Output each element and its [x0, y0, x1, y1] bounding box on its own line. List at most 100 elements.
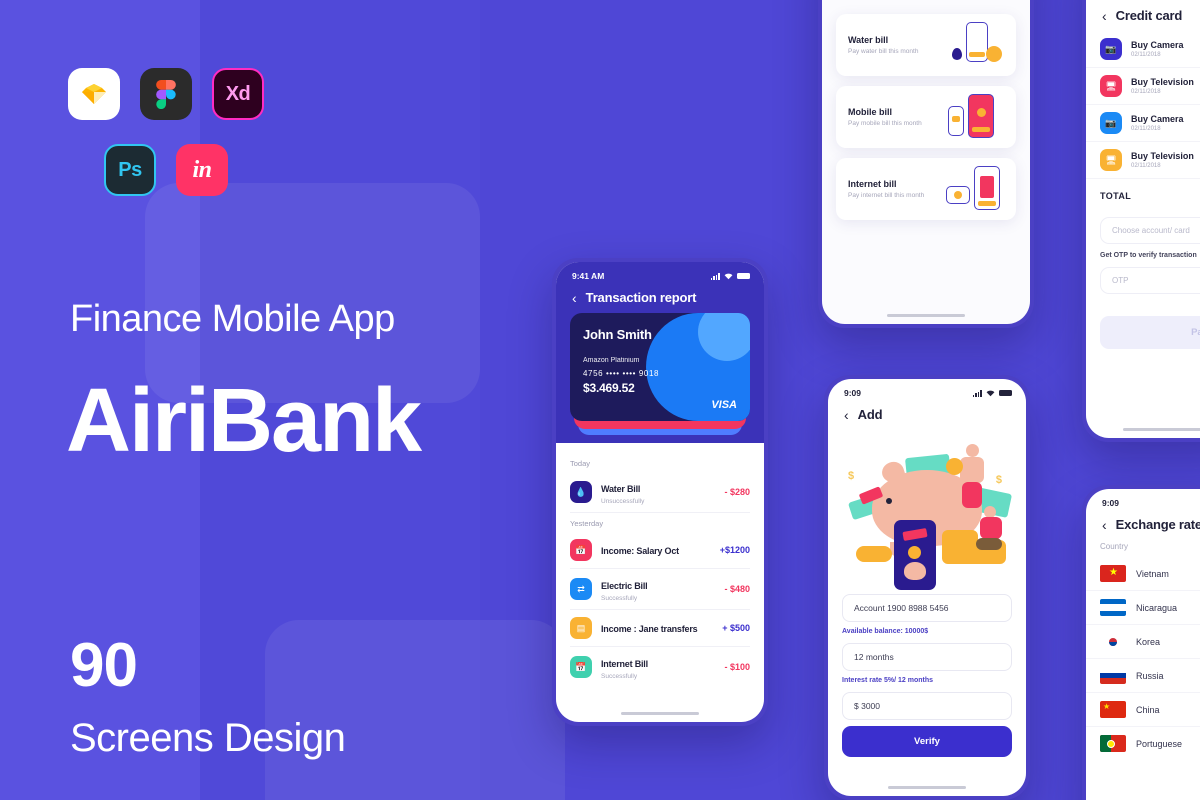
choose-account-field[interactable]: Choose account/ card: [1100, 217, 1200, 244]
country-row[interactable]: Korea: [1086, 625, 1200, 659]
transaction-status: Unsuccessfully: [601, 498, 645, 505]
transaction-row[interactable]: ⇄ Electric Bill Successfully - $480: [570, 569, 750, 610]
back-icon[interactable]: ‹: [1102, 9, 1107, 23]
interest-rate-hint: Interest rate 5%/ 12 months: [842, 677, 934, 684]
country-name: Korea: [1136, 636, 1161, 647]
country-name: Nicaragua: [1136, 602, 1178, 613]
figma-icon: [140, 68, 192, 120]
water-drop-icon: 💧: [570, 481, 592, 503]
credit-row-date: 02/11/2018: [1131, 163, 1161, 169]
transaction-status: Successfully: [601, 673, 638, 680]
transaction-title: Transaction report: [585, 290, 697, 305]
bill-title: Internet bill: [848, 179, 897, 189]
home-indicator: [621, 711, 699, 715]
signal-icon: [972, 389, 982, 397]
country-row[interactable]: Portuguese: [1086, 727, 1200, 760]
phone-add-savings: 9:09 ‹ Add $ $ Account 1900 8988 5456 Av…: [824, 375, 1030, 800]
credit-row-info: Buy Television 02/11/2018: [1131, 77, 1194, 95]
balance-hint: Available balance: 10000$: [842, 628, 929, 635]
exchange-navbar: ‹ Exchange rate: [1086, 511, 1200, 540]
credit-row[interactable]: 🖥 Buy Television 02/11/2018: [1086, 68, 1200, 105]
phone-transaction-report: 9:41 AM ‹ Transaction report John Smith …: [552, 258, 768, 726]
credit-row-date: 02/11/2018: [1131, 89, 1161, 95]
card-front[interactable]: John Smith Amazon Platinium 4756 •••• ••…: [570, 313, 750, 421]
country-name: Russia: [1136, 670, 1164, 681]
nicaragua-flag-icon: [1100, 599, 1126, 616]
transfer-icon: ⇄: [570, 578, 592, 600]
credit-card-stack: John Smith Amazon Platinium 4756 •••• ••…: [570, 313, 750, 435]
country-row[interactable]: Russia: [1086, 659, 1200, 693]
country-name: Portuguese: [1136, 738, 1183, 749]
hero-title: AiriBank: [66, 371, 422, 471]
country-name: Vietnam: [1136, 568, 1169, 579]
status-icons: [710, 272, 750, 280]
vietnam-flag-icon: ★: [1100, 565, 1126, 582]
tv-icon: 🖥: [1100, 149, 1122, 171]
wifi-icon: [986, 390, 995, 396]
credit-row[interactable]: 🖥 Buy Television 02/11/2018: [1086, 142, 1200, 179]
transaction-list: Today 💧 Water Bill Unsuccessfully - $280…: [556, 443, 764, 687]
term-field[interactable]: 12 months: [842, 643, 1012, 671]
bill-card[interactable]: Internet bill Pay internet bill this mon…: [836, 158, 1016, 220]
credit-card-screen: ‹ Credit card 📷 Buy Camera 02/11/2018 🖥 …: [1086, 0, 1200, 438]
bill-subtitle: Pay internet bill this month: [848, 192, 925, 199]
add-screen: 9:09 ‹ Add $ $ Account 1900 8988 5456 Av…: [828, 379, 1026, 796]
card-icon: ▤: [570, 617, 592, 639]
transaction-row[interactable]: ▤ Income : Jane transfers + $500: [570, 610, 750, 647]
transaction-title-text: Electric Bill: [601, 581, 648, 591]
back-icon[interactable]: ‹: [572, 291, 577, 305]
transaction-amount: - $100: [724, 662, 750, 672]
otp-field[interactable]: OTP: [1100, 267, 1200, 294]
transaction-group-label: Today: [570, 459, 591, 468]
country-row[interactable]: ★ Vietnam: [1086, 557, 1200, 591]
country-name: China: [1136, 704, 1160, 715]
bill-card[interactable]: Water bill Pay water bill this month: [836, 14, 1016, 76]
transaction-info: Income: Salary Oct: [601, 541, 711, 559]
verify-button[interactable]: Verify: [842, 726, 1012, 757]
bill-subtitle: Pay mobile bill this month: [848, 120, 922, 127]
bill-title: Water bill: [848, 35, 889, 45]
transaction-row[interactable]: 📅 Income: Salary Oct +$1200: [570, 532, 750, 569]
transaction-amount: - $280: [724, 487, 750, 497]
savings-illustration: $ $: [838, 434, 1016, 594]
water-bill-illustration: [946, 22, 1004, 68]
credit-row-info: Buy Camera 02/11/2018: [1131, 114, 1184, 132]
credit-row[interactable]: 📷 Buy Camera 02/11/2018: [1086, 31, 1200, 68]
credit-row-info: Buy Camera 02/11/2018: [1131, 40, 1184, 58]
transaction-navbar: ‹ Transaction report: [556, 284, 764, 313]
country-row[interactable]: Nicaragua: [1086, 591, 1200, 625]
adobe-xd-label: Xd: [225, 82, 251, 105]
back-icon[interactable]: ‹: [844, 408, 849, 422]
transaction-title-text: Internet Bill: [601, 659, 648, 669]
add-title: Add: [857, 407, 883, 422]
status-time: 9:41 AM: [572, 271, 605, 281]
country-row[interactable]: ★ China: [1086, 693, 1200, 727]
amount-field[interactable]: $ 3000: [842, 692, 1012, 720]
card-holder-name: John Smith: [583, 327, 652, 342]
bill-card[interactable]: Mobile bill Pay mobile bill this month: [836, 86, 1016, 148]
transaction-info: Electric Bill Successfully: [601, 576, 715, 602]
bills-screen: Water bill Pay water bill this month Mob…: [822, 0, 1030, 324]
transaction-group-label: Yesterday: [570, 519, 604, 528]
status-time: 9:09: [844, 388, 862, 398]
bill-subtitle: Pay water bill this month: [848, 48, 919, 55]
credit-row-title: Buy Camera: [1131, 114, 1184, 124]
screen-count-number: 90: [70, 631, 138, 700]
account-field[interactable]: Account 1900 8988 5456: [842, 594, 1012, 622]
transaction-row[interactable]: 📅 Internet Bill Successfully - $100: [570, 647, 750, 687]
battery-icon: [737, 272, 750, 280]
dollar-symbol: $: [995, 474, 1002, 486]
transaction-row[interactable]: 💧 Water Bill Unsuccessfully - $280: [570, 472, 750, 513]
card-type: Amazon Platinium: [583, 357, 640, 364]
bill-text: Water bill Pay water bill this month: [848, 35, 938, 55]
credit-row[interactable]: 📷 Buy Camera 02/11/2018: [1086, 105, 1200, 142]
portugal-flag-icon: [1100, 735, 1126, 752]
back-icon[interactable]: ‹: [1102, 518, 1107, 532]
country-column-label: Country: [1100, 542, 1129, 551]
home-indicator: [1123, 427, 1200, 431]
wifi-icon: [724, 273, 733, 279]
card-balance: $3.469.52: [583, 381, 635, 395]
calendar-icon: 📅: [570, 656, 592, 678]
tv-icon: 🖥: [1100, 75, 1122, 97]
pay-button[interactable]: Pay: [1100, 316, 1200, 349]
